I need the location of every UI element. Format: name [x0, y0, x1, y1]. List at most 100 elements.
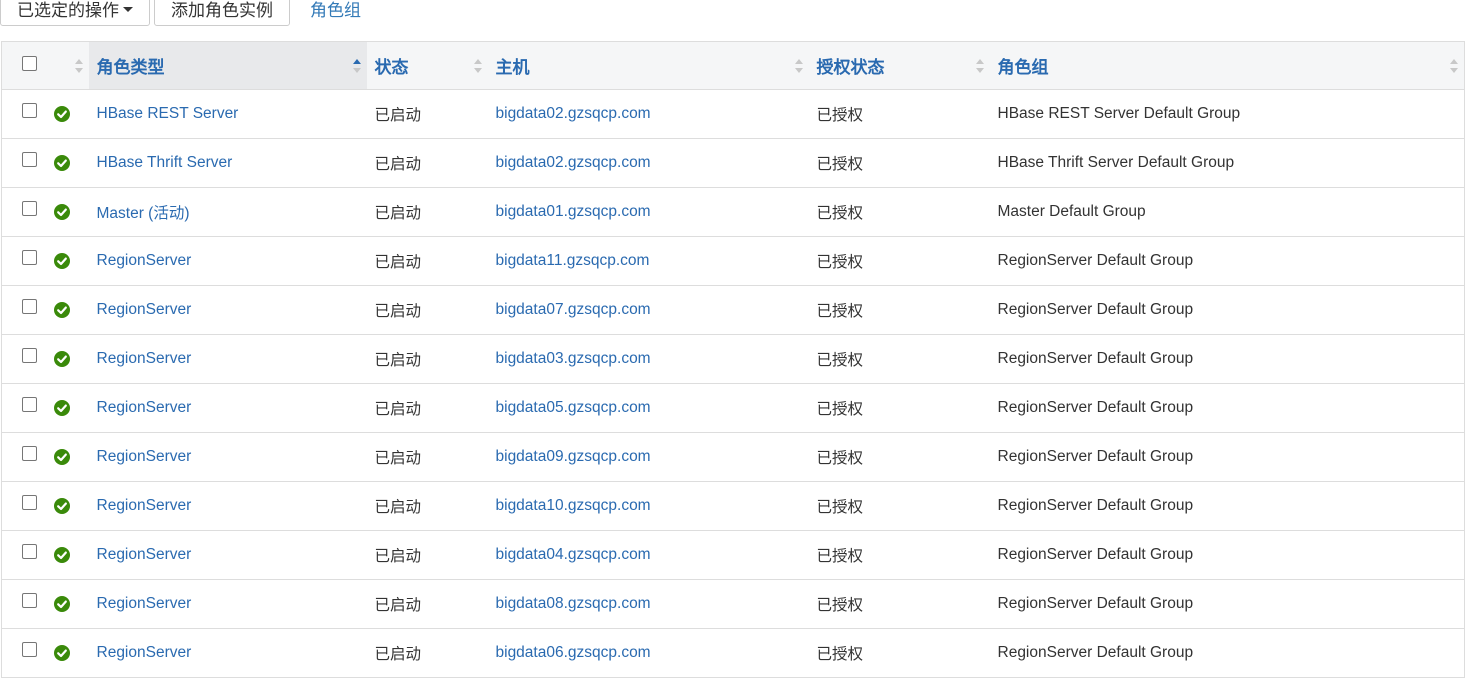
check-circle-icon — [53, 253, 70, 269]
row-checkbox[interactable] — [22, 446, 37, 462]
status-text: 已启动 — [374, 646, 422, 663]
selected-actions-label: 已选定的操作 — [17, 0, 119, 20]
row-select-cell — [1, 383, 54, 433]
row-checkbox[interactable] — [22, 495, 37, 511]
check-circle-icon — [53, 547, 70, 563]
status-cell: 已启动 — [366, 334, 488, 384]
table-row: Master (活动) 已启动 bigdata01.gzsqcp.com 已授权… — [1, 187, 1465, 237]
row-checkbox[interactable] — [22, 544, 37, 560]
role-type-link[interactable]: RegionServer — [97, 595, 192, 612]
row-checkbox[interactable] — [22, 348, 37, 364]
sort-arrows-icon — [975, 58, 984, 73]
role-type-link[interactable]: HBase Thrift Server — [97, 154, 233, 171]
host-link[interactable]: bigdata11.gzsqcp.com — [496, 252, 650, 269]
status-icon-header[interactable] — [53, 41, 89, 90]
status-cell: 已启动 — [366, 579, 488, 629]
role-type-cell: RegionServer — [88, 628, 367, 678]
status-text: 已启动 — [374, 352, 422, 369]
auth-status-text: 已授权 — [816, 156, 864, 173]
role-type-cell: RegionServer — [88, 334, 367, 384]
header-role-type-label: 角色类型 — [96, 58, 165, 77]
role-type-link[interactable]: RegionServer — [97, 497, 192, 514]
role-group-cell: RegionServer Default Group — [989, 530, 1465, 580]
status-text: 已启动 — [374, 401, 422, 418]
role-group-cell: RegionServer Default Group — [989, 579, 1465, 629]
role-type-link[interactable]: RegionServer — [97, 252, 192, 269]
auth-status-cell: 已授权 — [808, 530, 990, 580]
role-type-link[interactable]: RegionServer — [97, 350, 192, 367]
auth-status-text: 已授权 — [816, 499, 864, 516]
table-row: RegionServer 已启动 bigdata06.gzsqcp.com 已授… — [1, 628, 1465, 678]
table-row: RegionServer 已启动 bigdata11.gzsqcp.com 已授… — [1, 236, 1465, 286]
sort-arrows-icon — [473, 58, 482, 73]
sort-arrows-icon — [1450, 58, 1458, 73]
row-checkbox[interactable] — [22, 642, 37, 658]
selected-actions-dropdown[interactable]: 已选定的操作 — [0, 0, 150, 26]
add-role-instance-button[interactable]: 添加角色实例 — [154, 0, 290, 26]
host-link[interactable]: bigdata03.gzsqcp.com — [496, 350, 651, 367]
status-cell: 已启动 — [366, 432, 488, 482]
host-link[interactable]: bigdata10.gzsqcp.com — [496, 497, 651, 514]
host-link[interactable]: bigdata04.gzsqcp.com — [496, 546, 651, 563]
table-body: HBase REST Server 已启动 bigdata02.gzsqcp.c… — [1, 89, 1465, 678]
table-header-row: 角色类型 状态 主机 授权状态 角色组 — [1, 41, 1465, 90]
status-cell: 已启动 — [366, 285, 488, 335]
role-type-link[interactable]: RegionServer — [97, 448, 192, 465]
role-type-cell: HBase REST Server — [88, 89, 367, 139]
role-type-cell: RegionServer — [88, 481, 367, 531]
status-text: 已启动 — [374, 156, 422, 173]
check-circle-icon — [53, 645, 70, 661]
host-link[interactable]: bigdata05.gzsqcp.com — [496, 399, 651, 416]
header-status-label: 状态 — [374, 58, 409, 77]
table-row: RegionServer 已启动 bigdata05.gzsqcp.com 已授… — [1, 383, 1465, 433]
row-checkbox[interactable] — [22, 201, 37, 217]
status-text: 已启动 — [374, 205, 422, 222]
select-all-checkbox[interactable] — [22, 55, 37, 71]
host-link[interactable]: bigdata06.gzsqcp.com — [496, 644, 651, 661]
role-type-cell: RegionServer — [88, 432, 367, 482]
auth-status-text: 已授权 — [816, 646, 864, 663]
header-auth-status[interactable]: 授权状态 — [808, 41, 990, 90]
row-select-cell — [1, 285, 54, 335]
header-host[interactable]: 主机 — [487, 41, 809, 90]
check-circle-icon — [53, 302, 70, 318]
host-link[interactable]: bigdata09.gzsqcp.com — [496, 448, 651, 465]
role-groups-link[interactable]: 角色组 — [310, 0, 361, 21]
status-text: 已启动 — [374, 450, 422, 467]
row-checkbox[interactable] — [22, 299, 37, 315]
row-select-cell — [1, 236, 54, 286]
row-checkbox[interactable] — [22, 152, 37, 168]
role-type-link[interactable]: RegionServer — [97, 301, 192, 318]
role-type-link[interactable]: RegionServer — [97, 546, 192, 563]
host-cell: bigdata06.gzsqcp.com — [487, 628, 809, 678]
row-select-cell — [1, 334, 54, 384]
auth-status-cell: 已授权 — [808, 628, 990, 678]
role-type-link[interactable]: HBase REST Server — [97, 105, 239, 122]
row-status-cell — [53, 530, 89, 580]
role-type-link[interactable]: Master (活动) — [97, 205, 190, 222]
role-type-link[interactable]: RegionServer — [97, 644, 192, 661]
host-link[interactable]: bigdata07.gzsqcp.com — [496, 301, 651, 318]
row-checkbox[interactable] — [22, 593, 37, 609]
role-instances-table: 角色类型 状态 主机 授权状态 角色组 HBase REST Server 已启… — [1, 41, 1465, 678]
sort-arrows-icon — [74, 58, 83, 73]
header-status[interactable]: 状态 — [366, 41, 488, 90]
host-link[interactable]: bigdata08.gzsqcp.com — [496, 595, 651, 612]
header-role-group[interactable]: 角色组 — [989, 41, 1465, 90]
status-text: 已启动 — [374, 303, 422, 320]
host-cell: bigdata11.gzsqcp.com — [487, 236, 809, 286]
role-type-link[interactable]: RegionServer — [97, 399, 192, 416]
table-row: RegionServer 已启动 bigdata03.gzsqcp.com 已授… — [1, 334, 1465, 384]
row-checkbox[interactable] — [22, 103, 37, 119]
header-role-type[interactable]: 角色类型 — [88, 41, 367, 90]
row-checkbox[interactable] — [22, 250, 37, 266]
host-link[interactable]: bigdata02.gzsqcp.com — [496, 105, 651, 122]
add-role-instance-label: 添加角色实例 — [171, 0, 273, 20]
host-link[interactable]: bigdata01.gzsqcp.com — [496, 203, 651, 220]
host-link[interactable]: bigdata02.gzsqcp.com — [496, 154, 651, 171]
role-group-cell: RegionServer Default Group — [989, 236, 1465, 286]
row-select-cell — [1, 628, 54, 678]
row-checkbox[interactable] — [22, 397, 37, 413]
auth-status-text: 已授权 — [816, 107, 864, 124]
role-group-text: RegionServer Default Group — [997, 252, 1194, 269]
